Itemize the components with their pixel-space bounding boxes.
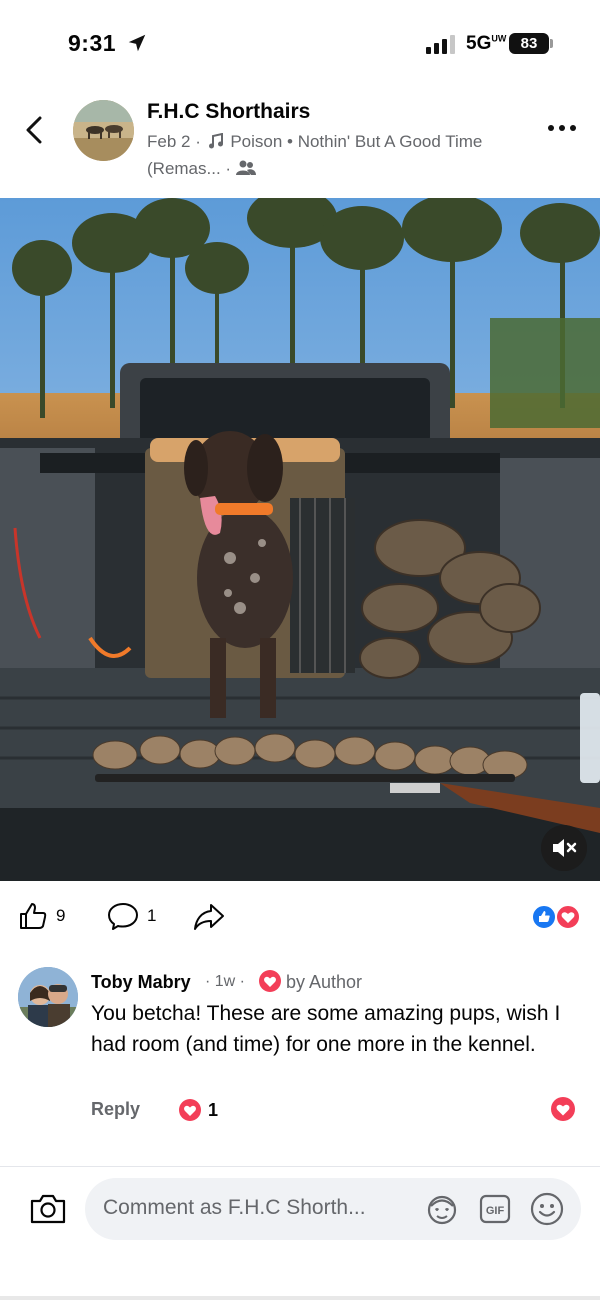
avatar-sticker-button[interactable] <box>425 1192 459 1226</box>
post-actions: 9 1 <box>0 881 600 951</box>
comment-composer: Comment as F.H.C Shorth... GIF <box>0 1166 600 1256</box>
emoji-button[interactable] <box>529 1191 565 1227</box>
home-indicator <box>0 1296 600 1300</box>
like-button[interactable]: 9 <box>18 899 65 933</box>
network-label: 5GUW <box>466 33 507 54</box>
post-photo[interactable] <box>0 198 600 881</box>
comment-item: Toby Mabry · 1w · by Author You betcha! … <box>0 960 600 1160</box>
comment-count: 1 <box>147 906 157 925</box>
reaction-summary[interactable] <box>531 904 583 930</box>
author-heart-icon <box>259 970 281 992</box>
commenter-photo <box>18 967 78 1027</box>
status-bar: 9:31 5GUW 83 <box>0 0 600 88</box>
music-note-icon <box>208 133 223 149</box>
battery-nub <box>550 39 553 48</box>
back-button[interactable] <box>18 112 52 148</box>
page-avatar[interactable] <box>73 100 134 161</box>
comment-placeholder: Comment as F.H.C Shorth... <box>103 1196 366 1219</box>
comment-input[interactable]: Comment as F.H.C Shorth... GIF <box>85 1178 581 1240</box>
comment-bubble-icon <box>108 903 138 930</box>
share-button[interactable] <box>193 899 225 933</box>
svg-text:GIF: GIF <box>486 1205 505 1217</box>
gif-button[interactable]: GIF <box>479 1193 511 1225</box>
avatar-dogs-image <box>73 100 134 161</box>
thumbs-up-icon <box>20 903 47 929</box>
friends-icon <box>235 160 256 175</box>
location-arrow-icon <box>128 34 146 52</box>
reply-button[interactable]: Reply <box>91 1099 140 1120</box>
camera-button[interactable] <box>28 1191 68 1227</box>
page-name[interactable]: F.H.C Shorthairs <box>147 100 310 124</box>
comment-button[interactable]: 1 <box>107 899 156 933</box>
battery-indicator: 83 <box>509 33 549 54</box>
status-time: 9:31 <box>68 30 117 56</box>
comment-love-reaction-icon <box>179 1099 201 1121</box>
commenter-avatar[interactable] <box>18 967 78 1027</box>
comment-text: You betcha! These are some amazing pups,… <box>91 1002 561 1056</box>
signal-bars-icon <box>426 35 455 54</box>
comment-like-button[interactable] <box>550 1096 576 1122</box>
post-header: F.H.C Shorthairs Feb 2 · Poison • Nothin… <box>0 88 600 198</box>
more-options-button[interactable] <box>543 116 581 140</box>
truck-dog-photo <box>0 198 600 881</box>
commenter-name[interactable]: Toby Mabry <box>91 972 191 993</box>
post-date[interactable]: Feb 2 <box>147 132 190 151</box>
comment-time: · 1w · <box>205 973 245 990</box>
by-author-label: by Author <box>286 972 363 992</box>
like-count: 9 <box>56 906 66 925</box>
mute-audio-button[interactable] <box>541 825 587 871</box>
share-arrow-icon <box>194 904 224 930</box>
comment-reaction-count: 1 <box>208 1100 219 1120</box>
post-meta: Feb 2 · Poison • Nothin' But A Good Time… <box>147 132 483 178</box>
